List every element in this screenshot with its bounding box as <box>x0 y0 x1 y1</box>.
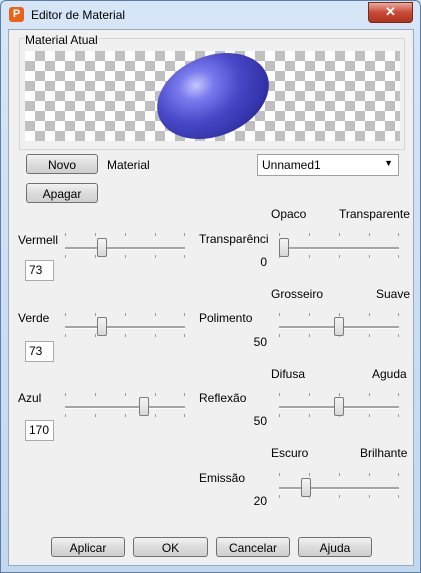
material-preview <box>25 51 400 141</box>
polish-label: Polimento <box>199 311 253 325</box>
material-sphere-preview <box>144 51 282 141</box>
window-title: Editor de Material <box>31 8 126 22</box>
reflection-min-label: Difusa <box>271 367 306 381</box>
material-select-value: Unnamed1 <box>262 158 321 172</box>
emission-slider-thumb[interactable] <box>301 478 311 497</box>
blue-label: Azul <box>18 391 42 405</box>
new-button[interactable]: Novo <box>26 154 98 174</box>
app-icon: P <box>9 7 24 22</box>
reflection-slider-thumb[interactable] <box>334 397 344 416</box>
transparency-value: 0 <box>260 255 267 269</box>
red-value-field[interactable]: 73 <box>25 260 54 281</box>
green-value-field[interactable]: 73 <box>25 341 54 362</box>
transparency-slider-thumb[interactable] <box>279 238 289 257</box>
material-select[interactable]: Unnamed1 ▼ <box>257 154 399 176</box>
emission-min-label: Escuro <box>271 446 309 460</box>
red-label: Vermell <box>18 233 59 247</box>
delete-button[interactable]: Apagar <box>26 183 98 203</box>
blue-value-field[interactable]: 170 <box>25 420 54 441</box>
material-label: Material <box>107 158 150 172</box>
polish-max-label: Suave <box>376 287 411 301</box>
preview-group-label: Material Atual <box>25 33 98 47</box>
green-slider-thumb[interactable] <box>97 317 107 336</box>
reflection-max-label: Aguda <box>372 367 407 381</box>
ok-button[interactable]: OK <box>133 537 208 557</box>
transparency-label: Transparênci <box>199 232 269 246</box>
blue-slider-thumb[interactable] <box>139 397 149 416</box>
emission-max-label: Brilhante <box>360 446 408 460</box>
dialog-body: Material Atual Novo Material Unnamed1 ▼ … <box>8 29 414 566</box>
cancel-button[interactable]: Cancelar <box>216 537 290 557</box>
reflection-label: Reflexão <box>199 391 247 405</box>
transparency-min-label: Opaco <box>271 207 307 221</box>
green-label: Verde <box>18 311 50 325</box>
chevron-down-icon: ▼ <box>384 158 393 168</box>
apply-button[interactable]: Aplicar <box>51 537 125 557</box>
red-slider-thumb[interactable] <box>97 238 107 257</box>
transparency-max-label: Transparente <box>339 207 410 221</box>
help-button[interactable]: Ajuda <box>298 537 372 557</box>
title-bar: P Editor de Material ✕ <box>1 1 420 29</box>
polish-slider-thumb[interactable] <box>334 317 344 336</box>
emission-label: Emissão <box>199 471 246 485</box>
emission-value: 20 <box>253 494 267 508</box>
polish-min-label: Grosseiro <box>271 287 324 301</box>
close-button[interactable]: ✕ <box>368 2 413 23</box>
material-editor-window: P Editor de Material ✕ Material Atual No… <box>0 0 421 573</box>
polish-value: 50 <box>253 335 267 349</box>
reflection-value: 50 <box>253 414 267 428</box>
